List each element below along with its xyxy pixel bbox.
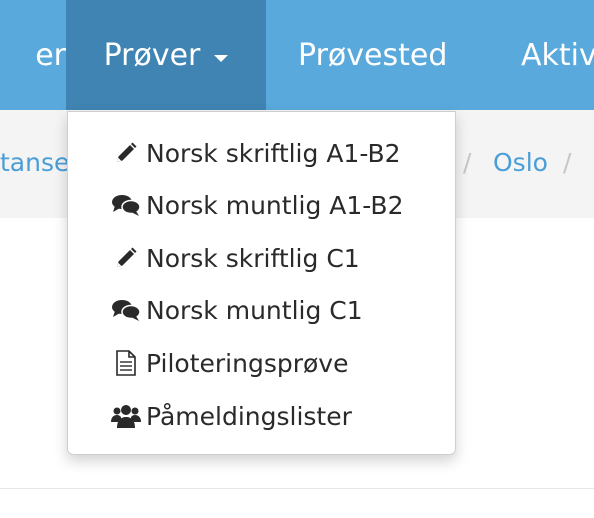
menu-item-label: Piloteringsprøve	[146, 348, 349, 378]
nav-item-label: er	[35, 37, 66, 73]
top-navbar: er Prøver Prøvested Aktiv	[0, 0, 594, 110]
nav-item-partial-left[interactable]: er	[0, 0, 66, 110]
menu-item-label: Norsk skriftlig C1	[146, 243, 360, 273]
menu-item-label: Norsk skriftlig A1-B2	[146, 138, 401, 168]
breadcrumb-link-oslo[interactable]: Oslo	[493, 148, 548, 177]
comments-icon	[110, 189, 142, 221]
menu-item-label: Norsk muntlig A1-B2	[146, 190, 404, 220]
menu-item-pameldingslister[interactable]: Påmeldingslister	[110, 396, 352, 436]
content-divider	[0, 488, 594, 489]
menu-item-piloteringsprove[interactable]: Piloteringsprøve	[110, 343, 348, 383]
menu-item-norsk-skriftlig-c1[interactable]: Norsk skriftlig C1	[110, 238, 360, 278]
comments-icon	[110, 294, 142, 326]
menu-item-norsk-muntlig-a1-b2[interactable]: Norsk muntlig A1-B2	[110, 185, 403, 225]
nav-item-aktiv[interactable]: Aktiv	[521, 0, 594, 110]
nav-item-label: Aktiv	[521, 37, 594, 73]
nav-item-label: Prøvested	[298, 37, 448, 73]
document-icon	[110, 347, 142, 379]
nav-item-prover[interactable]: Prøver	[66, 0, 266, 110]
breadcrumb-separator: /	[463, 148, 472, 177]
menu-item-norsk-muntlig-c1[interactable]: Norsk muntlig C1	[110, 290, 363, 330]
menu-item-label: Påmeldingslister	[146, 401, 352, 431]
breadcrumb-separator: /	[563, 148, 572, 177]
breadcrumb-link-partial[interactable]: tanse	[0, 148, 69, 177]
caret-down-icon	[214, 54, 229, 62]
prover-dropdown-menu: Norsk skriftlig A1-B2 Norsk muntlig A1-B…	[67, 111, 456, 455]
menu-item-label: Norsk muntlig C1	[146, 295, 363, 325]
menu-item-norsk-skriftlig-a1-b2[interactable]: Norsk skriftlig A1-B2	[110, 133, 401, 173]
users-icon	[110, 400, 142, 432]
pencil-icon	[110, 137, 142, 169]
nav-item-provested[interactable]: Prøvested	[298, 0, 447, 110]
pencil-icon	[110, 242, 142, 274]
nav-item-label: Prøver	[103, 37, 201, 73]
